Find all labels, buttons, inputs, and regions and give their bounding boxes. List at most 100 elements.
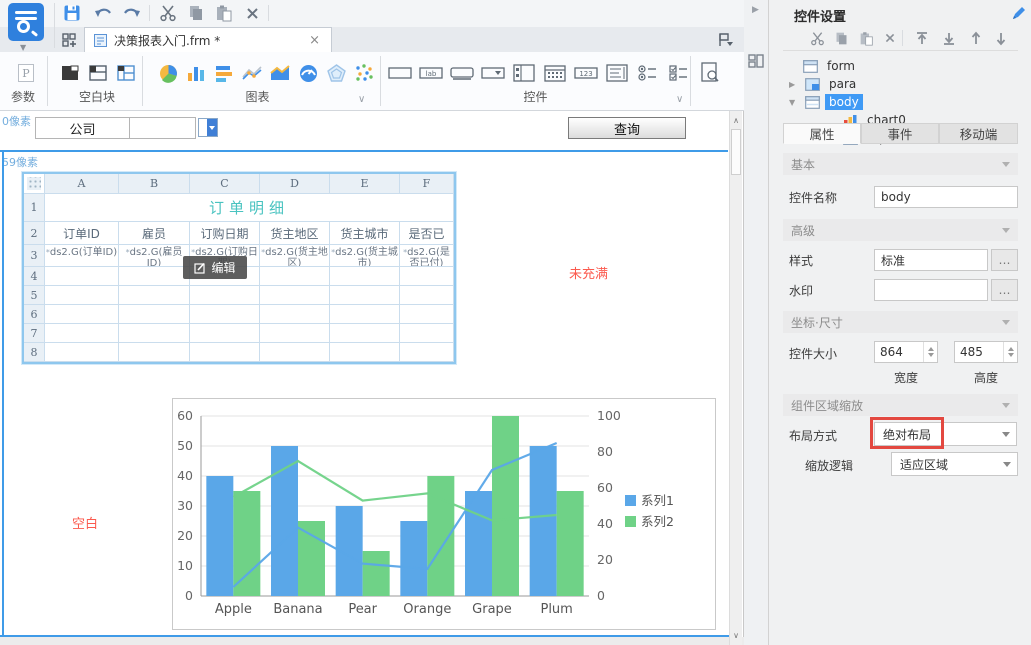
style-label: 样式 (789, 252, 813, 269)
tab-events[interactable]: 事件 (861, 123, 939, 144)
field-header-cell: 雇员 (119, 222, 190, 245)
textfield-widget-icon[interactable] (388, 61, 412, 85)
new-template-icon[interactable] (59, 30, 83, 50)
preview-icon[interactable] (698, 61, 722, 85)
empty-cell (119, 324, 190, 343)
edit-block-button[interactable]: 编辑 (183, 256, 247, 279)
chart-block[interactable]: 0102030405060020406080100AppleBananaPear… (172, 398, 716, 630)
company-label-cell[interactable]: 公司 (35, 117, 130, 139)
tab-block-icon[interactable] (86, 61, 110, 85)
radar-chart-icon[interactable] (324, 61, 348, 85)
expand-icon[interactable]: ▶ (789, 80, 795, 89)
section-collapse-icon (1002, 162, 1010, 167)
section-advanced[interactable]: 高级 (783, 219, 1018, 241)
paste-icon[interactable] (212, 3, 236, 23)
bar-chart-icon[interactable] (212, 61, 236, 85)
canvas-scrollbar[interactable]: ∧ ∨ (729, 111, 742, 645)
block-icon[interactable] (58, 61, 82, 85)
spinner-arrows-icon[interactable] (923, 342, 937, 362)
svg-text:Orange: Orange (403, 602, 451, 617)
move-down-icon[interactable] (991, 29, 1011, 47)
scrollbar-up-icon[interactable]: ∧ (730, 113, 742, 128)
scale-logic-select[interactable]: 适应区域 (891, 452, 1018, 476)
tree-item-form[interactable]: form (769, 57, 1031, 75)
section-coordinates[interactable]: 坐标·尺寸 (783, 311, 1018, 333)
tab-close-icon[interactable]: × (306, 33, 323, 48)
section-area-scaling[interactable]: 组件区域缩放 (783, 394, 1018, 416)
divider (783, 50, 1018, 51)
move-top-icon[interactable] (912, 29, 932, 47)
row-header: 6 (24, 305, 45, 324)
number-widget-icon[interactable]: 123 (574, 61, 598, 85)
document-icon (93, 33, 108, 48)
redo-icon[interactable] (119, 3, 143, 23)
date-widget-icon[interactable] (543, 61, 567, 85)
tree-item-para[interactable]: ▶ para (769, 75, 1031, 93)
watermark-more-button[interactable]: … (991, 279, 1018, 301)
tree-widget-icon[interactable] (512, 61, 536, 85)
tab-mobile[interactable]: 移动端 (939, 123, 1018, 144)
line-chart-icon[interactable] (240, 61, 264, 85)
empty-cell (400, 324, 454, 343)
pie-chart-icon[interactable] (156, 61, 180, 85)
component-library-icon[interactable] (748, 54, 764, 68)
empty-cell (45, 324, 119, 343)
style-more-button[interactable]: … (991, 249, 1018, 271)
finereport-designer-window: ▼ 决策报表入门 (0, 0, 1031, 645)
tree-delete-icon[interactable] (880, 29, 900, 47)
tree-copy-icon[interactable] (831, 29, 851, 47)
tree-paste-icon[interactable] (856, 29, 876, 47)
field-header-cell: 订单ID (45, 222, 119, 245)
height-spinner[interactable]: 485 (954, 341, 1018, 363)
gauge-chart-icon[interactable] (296, 61, 320, 85)
field-header-cell: 是否已 (400, 222, 454, 245)
empty-cell (330, 324, 400, 343)
tab-overflow-icon[interactable] (714, 30, 738, 50)
widget-section-chevron-icon[interactable]: ∨ (676, 94, 683, 105)
empty-cell (260, 305, 330, 324)
textarea-widget-icon[interactable] (605, 61, 629, 85)
cut-icon[interactable] (156, 3, 180, 23)
document-tab[interactable]: 决策报表入门.frm * × (84, 27, 332, 52)
column-chart-icon[interactable] (184, 61, 208, 85)
widget-name-input[interactable]: body (874, 186, 1018, 208)
empty-cell (330, 305, 400, 324)
empty-cell (119, 305, 190, 324)
copy-icon[interactable] (184, 3, 208, 23)
button-widget-icon[interactable] (450, 61, 474, 85)
row-header: 2 (24, 222, 45, 245)
edit-form-pencil-icon[interactable] (1011, 6, 1026, 21)
collapse-icon[interactable]: ▼ (789, 98, 795, 107)
spinner-arrows-icon[interactable] (1003, 342, 1017, 362)
style-input[interactable]: 标准 (874, 249, 988, 271)
tree-cut-icon[interactable] (807, 29, 827, 47)
delete-icon[interactable] (240, 3, 264, 23)
scrollbar-thumb[interactable] (731, 129, 741, 175)
query-button[interactable]: 查询 (568, 117, 686, 139)
scatter-chart-icon[interactable] (352, 61, 376, 85)
save-icon[interactable] (60, 3, 84, 23)
move-up-icon[interactable] (966, 29, 986, 47)
tab-properties[interactable]: 属性 (783, 123, 861, 144)
absolute-block-icon[interactable] (114, 61, 138, 85)
logo-dropdown-caret-icon[interactable]: ▼ (20, 43, 26, 52)
app-logo-icon[interactable] (8, 3, 44, 41)
area-chart-icon[interactable] (268, 61, 292, 85)
section-basic[interactable]: 基本 (783, 153, 1018, 175)
tree-item-body[interactable]: ▼ body (769, 93, 1031, 111)
chart-section-chevron-icon[interactable]: ∨ (358, 94, 365, 105)
scrollbar-down-icon[interactable]: ∨ (730, 628, 742, 643)
move-bottom-icon[interactable] (939, 29, 959, 47)
combobox-widget-preview[interactable] (198, 118, 218, 137)
radio-group-widget-icon[interactable] (636, 61, 660, 85)
company-value-cell[interactable] (129, 117, 196, 139)
undo-icon[interactable] (92, 3, 116, 23)
label-widget-icon[interactable]: lab (419, 61, 443, 85)
checkbox-group-widget-icon[interactable] (667, 61, 691, 85)
width-spinner[interactable]: 864 (874, 341, 938, 363)
parameter-pane-icon[interactable]: P (14, 61, 38, 85)
svg-text:20: 20 (597, 552, 613, 567)
watermark-input[interactable] (874, 279, 988, 301)
combobox-widget-icon[interactable] (481, 61, 505, 85)
collapse-panel-icon[interactable]: ▶ (752, 5, 759, 15)
